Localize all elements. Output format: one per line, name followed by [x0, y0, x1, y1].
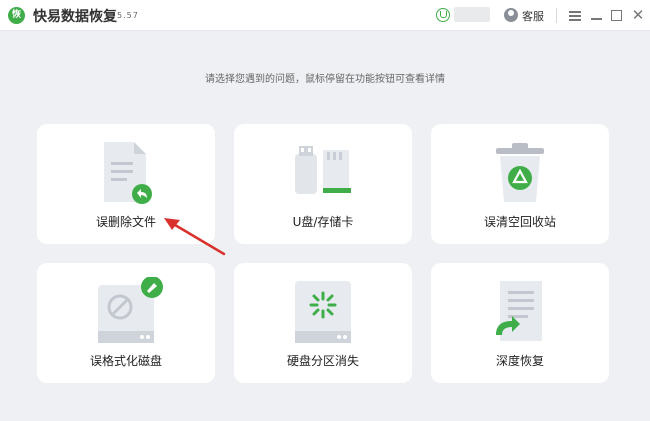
deep-recovery-icon [496, 281, 542, 341]
menu-button[interactable] [566, 6, 584, 24]
card-label: 误清空回收站 [483, 215, 556, 229]
card-recycle-bin[interactable]: 误清空回收站 [431, 124, 609, 244]
recycle-bin-icon [496, 143, 544, 202]
minimize-icon [591, 18, 602, 20]
user-name-redacted[interactable] [454, 7, 490, 22]
card-lost-partition[interactable]: 硬盘分区消失 [234, 263, 412, 383]
card-deep-recovery[interactable]: 深度恢复 [431, 263, 609, 383]
vip-icon[interactable] [436, 8, 450, 22]
annotation-arrow-icon [164, 218, 226, 256]
maximize-button[interactable] [608, 6, 626, 24]
minimize-button[interactable] [588, 6, 606, 24]
card-label: 深度恢复 [495, 354, 544, 368]
menu-icon-line [569, 19, 581, 21]
formatted-disk-icon [98, 277, 163, 343]
customer-service-label[interactable]: 客服 [522, 8, 544, 24]
titlebar-divider [556, 8, 557, 23]
card-usb-storage[interactable]: U盘/存储卡 [234, 124, 412, 244]
card-label: 硬盘分区消失 [286, 354, 359, 368]
card-label: U盘/存储卡 [292, 215, 354, 229]
close-button[interactable]: ✕ [629, 6, 647, 24]
menu-icon-line [569, 15, 581, 17]
customer-service-icon[interactable] [504, 8, 518, 22]
app-title: 快易数据恢复 [33, 9, 117, 25]
card-formatted-disk[interactable]: 误格式化磁盘 [37, 263, 215, 383]
deleted-file-icon [104, 142, 152, 204]
card-label: 误格式化磁盘 [89, 354, 162, 368]
maximize-icon [611, 10, 622, 21]
lost-partition-icon [295, 281, 351, 343]
app-version: 5.57 [117, 11, 139, 20]
instruction-text: 请选择您遇到的问题，鼠标停留在功能按钮可查看详情 [205, 74, 445, 85]
app-logo-icon: 恢 [8, 7, 25, 24]
menu-icon [569, 11, 581, 13]
usb-sdcard-icon [295, 146, 351, 194]
title-bar: 恢 快易数据恢复 5.57 客服 ✕ [0, 0, 650, 31]
